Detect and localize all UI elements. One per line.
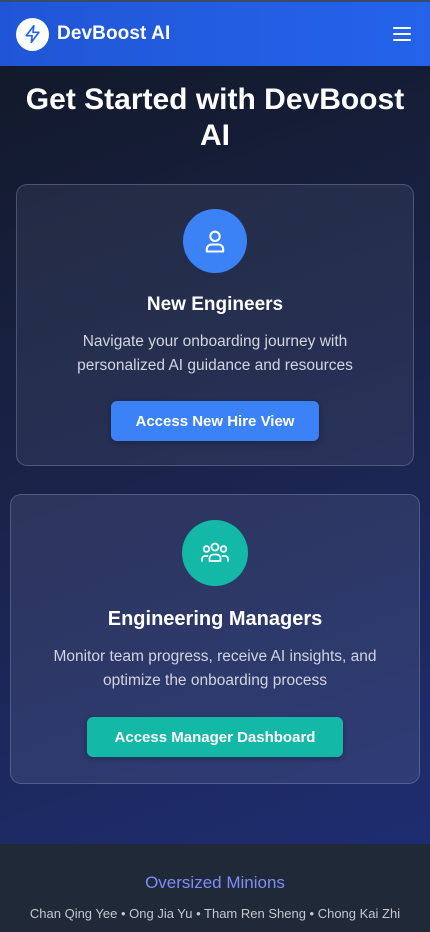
card-description: Navigate your onboarding journey with pe… <box>77 333 353 374</box>
engineering-managers-card: Engineering Managers Monitor team progre… <box>10 494 420 784</box>
page: DevBoost AI Get Started with DevBoost AI… <box>0 0 430 932</box>
lightning-bolt-icon <box>25 24 40 44</box>
team-members: Chan Qing Yee • Ong Jia Yu • Tham Ren Sh… <box>29 906 401 921</box>
footer: Oversized Minions Chan Qing Yee • Ong Ji… <box>0 844 430 932</box>
hamburger-menu-button[interactable] <box>390 22 414 46</box>
page-title: Get Started with DevBoost AI <box>25 83 405 152</box>
card-description: Monitor team progress, receive AI insigh… <box>53 648 377 689</box>
brand-name[interactable]: DevBoost AI <box>57 23 170 45</box>
hamburger-menu-icon <box>393 27 411 41</box>
card-title: Engineering Managers <box>107 608 323 630</box>
access-new-hire-view-button[interactable]: Access New Hire View <box>111 401 319 441</box>
new-engineers-icon-badge <box>183 209 247 273</box>
engineering-managers-icon-badge <box>182 520 248 586</box>
users-group-icon <box>201 542 229 562</box>
team-name: Oversized Minions <box>145 873 285 892</box>
logo[interactable] <box>16 17 49 51</box>
new-engineers-card: New Engineers Navigate your onboarding j… <box>16 184 414 466</box>
access-manager-dashboard-button[interactable]: Access Manager Dashboard <box>87 717 343 757</box>
card-title: New Engineers <box>146 294 284 315</box>
top-nav-bar: DevBoost AI <box>0 0 430 66</box>
user-icon <box>205 230 225 253</box>
